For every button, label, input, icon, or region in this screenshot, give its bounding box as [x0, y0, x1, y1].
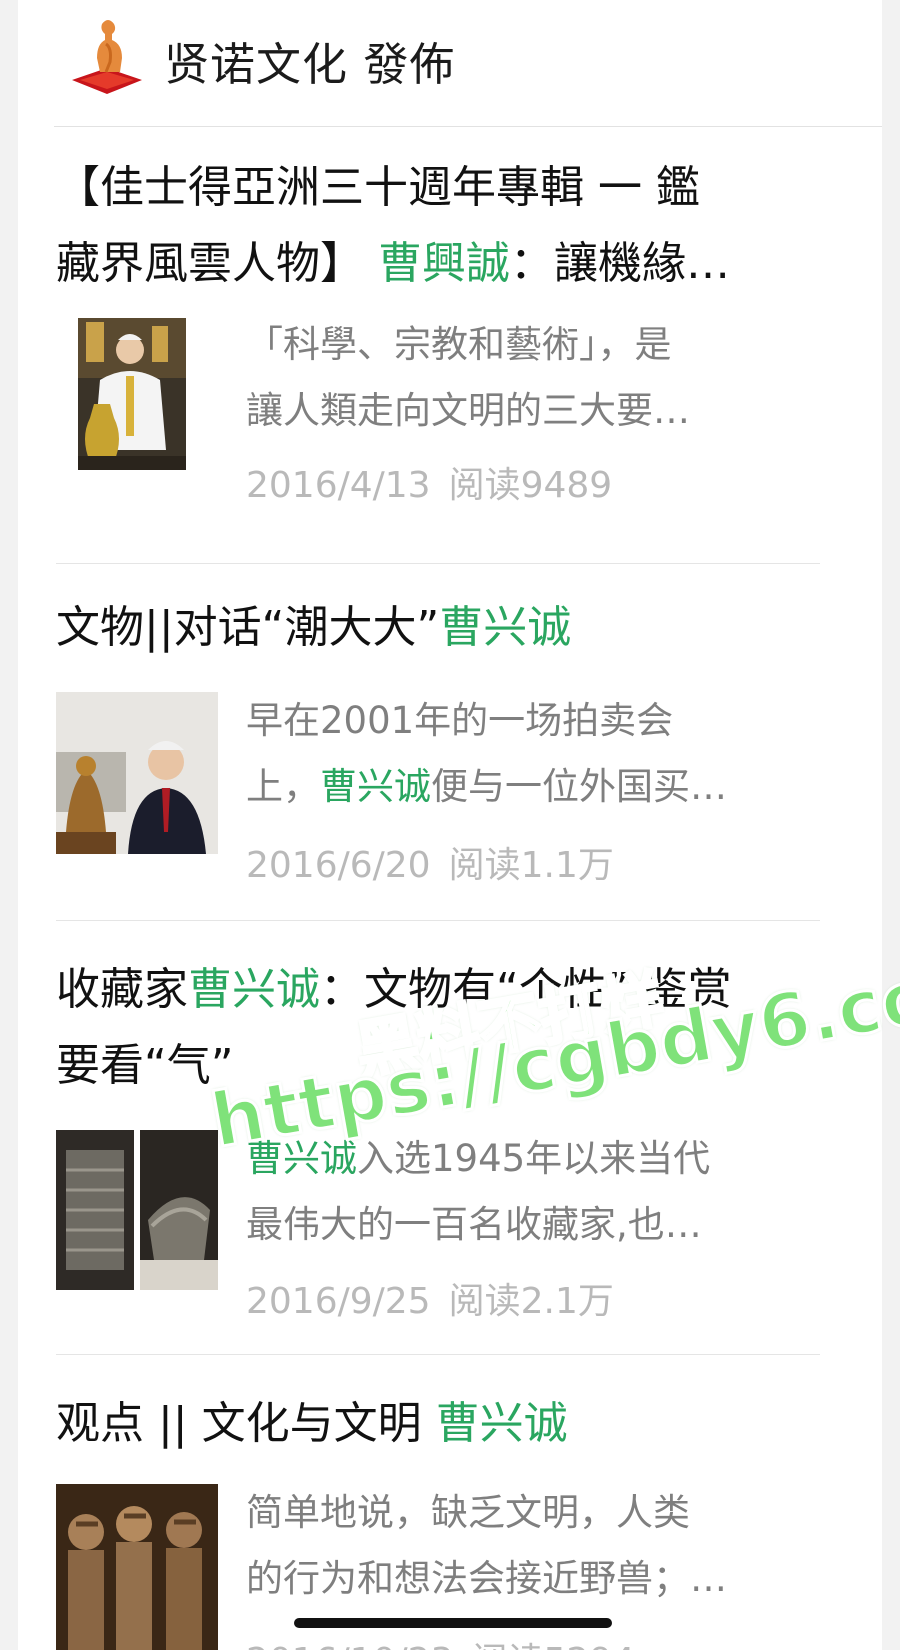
article-title[interactable]: 收藏家曹兴诚：文物有“个性” 鉴赏 要看“气” [56, 952, 836, 1104]
name-highlight: 曹兴诚 [435, 1398, 568, 1449]
summary-line: 「科學、宗教和藝術」，是 [246, 323, 672, 366]
publish-date: 2016/9/25 [246, 1281, 431, 1322]
summary-line: 上，曹兴诚便与一位外国买… [246, 765, 727, 808]
summary-line: 曹兴诚入选1945年以来当代 [246, 1137, 711, 1180]
read-count: 阅读1.1万 [448, 845, 614, 886]
publish-label: 發佈 [363, 38, 456, 91]
name-highlight: 曹兴诚 [320, 765, 431, 808]
summary-line: 最伟大的一百名收藏家,也… [246, 1203, 702, 1246]
publish-date: 2016/6/20 [246, 845, 431, 886]
article-title[interactable]: 观点 || 文化与文明 曹兴诚 [56, 1386, 836, 1462]
article-item[interactable]: 文物||对话“潮大大”曹兴诚 早在2001年的一场拍卖会 上，曹兴诚便与一位外国… [18, 590, 882, 920]
account-name: 贤诺文化 [164, 38, 349, 91]
portrait-with-vase-photo-icon[interactable] [78, 318, 186, 470]
read-count: 阅读2.1万 [448, 1281, 614, 1322]
title-line: 观点 || 文化与文明 曹兴诚 [56, 1398, 568, 1449]
header-title: 贤诺文化 發佈 [164, 28, 455, 93]
name-highlight: 曹兴诚 [246, 1137, 357, 1180]
title-line: 藏界風雲人物】 曹興誠：讓機緣… [56, 238, 730, 289]
summary-line: 的行为和想法会接近野兽；… [246, 1557, 727, 1600]
read-count: 阅读9489 [448, 465, 613, 506]
title-line: 【佳士得亞洲三十週年專輯 一 鑑 [56, 162, 700, 213]
article-item[interactable]: 观点 || 文化与文明 曹兴诚 简单地说，缺乏文明，人类 的行为和想法会接近野兽… [18, 1388, 882, 1650]
header-divider [54, 126, 882, 127]
name-highlight: 曹兴诚 [439, 602, 572, 653]
portrait-with-buddha-statue-photo-icon[interactable] [56, 692, 218, 854]
summary-line: 讓人類走向文明的三大要… [246, 389, 690, 432]
article-divider [56, 1354, 820, 1355]
summary-line: 简单地说，缺乏文明，人类 [246, 1491, 690, 1534]
article-meta: 2016/9/25 阅读2.1万 [246, 1272, 614, 1324]
name-highlight: 曹興誠 [378, 238, 510, 289]
name-highlight: 曹兴诚 [188, 964, 320, 1015]
article-summary: 简单地说，缺乏文明，人类 的行为和想法会接近野兽；… [246, 1480, 846, 1612]
article-list-card: 贤诺文化 發佈 【佳士得亞洲三十週年專輯 一 鑑 藏界風雲人物】 曹興誠：讓機緣… [18, 0, 882, 1650]
publish-date: 2016/10/23 [246, 1641, 454, 1650]
bronze-vessel-photos-icon[interactable] [56, 1130, 218, 1290]
title-line: 文物||对话“潮大大”曹兴诚 [56, 602, 572, 653]
article-item[interactable]: 【佳士得亞洲三十週年專輯 一 鑑 藏界風雲人物】 曹興誠：讓機緣… 「科學、宗教… [18, 146, 882, 538]
article-title[interactable]: 【佳士得亞洲三十週年專輯 一 鑑 藏界風雲人物】 曹興誠：讓機緣… [56, 150, 836, 302]
article-summary: 「科學、宗教和藝術」，是 讓人類走向文明的三大要… [246, 312, 846, 444]
figure-statue-logo-icon [62, 10, 152, 100]
summary-line: 早在2001年的一场拍卖会 [246, 699, 674, 742]
publish-date: 2016/4/13 [246, 465, 431, 506]
title-line: 收藏家曹兴诚：文物有“个性” 鉴赏 [56, 964, 732, 1015]
article-meta: 2016/6/20 阅读1.1万 [246, 836, 614, 888]
article-title[interactable]: 文物||对话“潮大大”曹兴诚 [56, 590, 836, 666]
article-meta: 2016/4/13 阅读9489 [246, 456, 612, 508]
account-header[interactable]: 贤诺文化 發佈 [18, 0, 882, 126]
article-meta: 2016/10/23 阅读5294 [246, 1632, 635, 1650]
title-line: 要看“气” [56, 1040, 234, 1091]
terracotta-warriors-photo-icon[interactable] [56, 1484, 218, 1650]
article-divider [56, 920, 820, 921]
article-item[interactable]: 收藏家曹兴诚：文物有“个性” 鉴赏 要看“气” 曹兴诚入选1945年以来当代 最… [18, 952, 882, 1322]
article-summary: 曹兴诚入选1945年以来当代 最伟大的一百名收藏家,也… [246, 1126, 846, 1258]
home-indicator[interactable] [294, 1618, 612, 1628]
read-count: 阅读5294 [472, 1641, 636, 1650]
article-summary: 早在2001年的一场拍卖会 上，曹兴诚便与一位外国买… [246, 688, 846, 820]
article-divider [56, 563, 820, 564]
